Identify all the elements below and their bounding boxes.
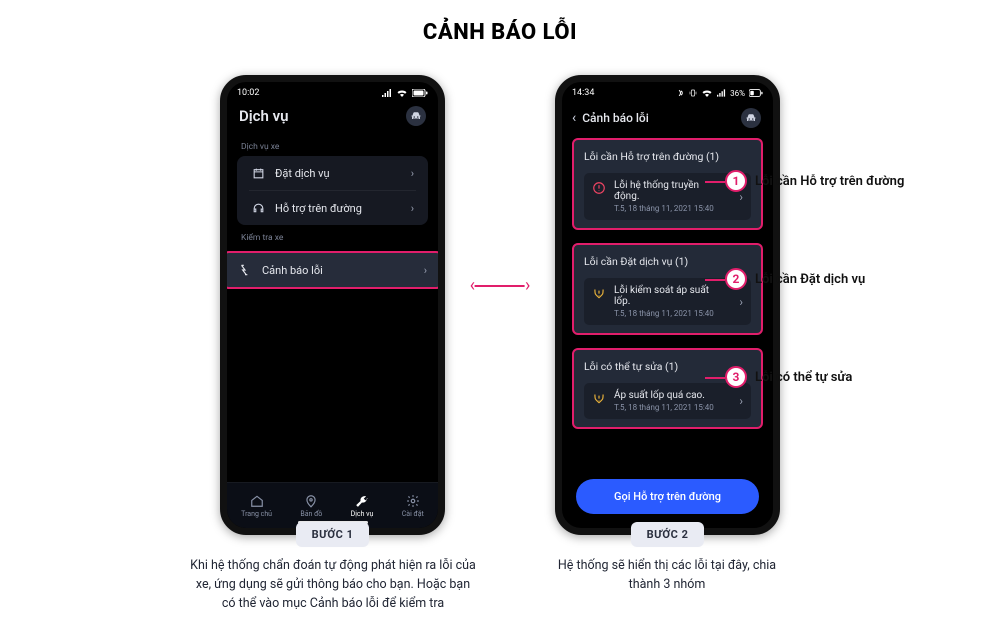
error-name: Lỗi hệ thống truyền động.	[614, 180, 723, 202]
page-title: CẢNH BÁO LỖI	[0, 0, 1000, 45]
tpms-icon	[592, 391, 606, 405]
callout-2: 2 Lỗi cần Đặt dịch vụ	[725, 268, 865, 290]
steps-row: BƯỚC 1 Khi hệ thống chẩn đoán tự động ph…	[0, 522, 1000, 613]
screen1-header: Dịch vụ	[227, 104, 438, 134]
nav-service-label: Dịch vụ	[351, 510, 374, 518]
error-time: T.5, 18 tháng 11, 2021 15:40	[614, 309, 723, 318]
screen2-title: Cảnh báo lỗi	[582, 111, 649, 125]
status-bar: 14:34 36%	[562, 82, 773, 104]
error-name: Lỗi kiểm soát áp suất lốp.	[614, 285, 723, 307]
error-card-title: Lỗi cần Đặt dịch vụ (1)	[584, 255, 751, 268]
chevron-right-icon: ›	[424, 264, 427, 277]
status-icons	[382, 89, 428, 97]
back-icon[interactable]: ‹	[572, 110, 576, 126]
step-1: BƯỚC 1 Khi hệ thống chẩn đoán tự động ph…	[220, 522, 445, 613]
battery-icon	[749, 89, 763, 97]
callout-text: Lỗi cần Hỗ trợ trên đường	[755, 174, 904, 189]
nfc-icon	[677, 89, 685, 97]
step-1-desc: Khi hệ thống chẩn đoán tự động phát hiện…	[188, 557, 478, 613]
section-vehicle-service: Dịch vụ xe	[227, 134, 438, 156]
step-2-label: BƯỚC 2	[631, 522, 705, 547]
car-icon[interactable]	[406, 106, 426, 126]
battery-icon	[412, 89, 428, 97]
car-icon[interactable]	[741, 108, 761, 128]
home-icon	[250, 494, 264, 508]
nav-map[interactable]: Bản đồ	[300, 494, 322, 518]
error-name: Áp suất lốp quá cao.	[614, 390, 723, 401]
error-time: T.5, 18 tháng 11, 2021 15:40	[614, 403, 723, 412]
powertrain-icon	[592, 181, 606, 195]
vibrate-icon	[689, 89, 697, 97]
callout-1: 1 Lỗi cần Hỗ trợ trên đường	[725, 170, 904, 192]
step-connector: ‹ ›	[470, 275, 531, 296]
status-icons: 36%	[677, 89, 763, 98]
error-item[interactable]: Áp suất lốp quá cao. T.5, 18 tháng 11, 2…	[584, 383, 751, 419]
call-roadside-button[interactable]: Gọi Hỗ trợ trên đường	[576, 479, 759, 514]
error-time: T.5, 18 tháng 11, 2021 15:40	[614, 204, 723, 213]
callout-badge: 1	[725, 170, 747, 192]
error-card-title: Lỗi cần Hỗ trợ trên đường (1)	[584, 150, 751, 163]
row-fault-alert[interactable]: Cảnh báo lỗi ›	[222, 251, 443, 289]
stage: 10:02 Dịch vụ Dịch vụ xe Đặt dịch vụ	[0, 75, 1000, 535]
chevron-right-icon: ›	[739, 394, 743, 408]
row-roadside[interactable]: Hỗ trợ trên đường ›	[237, 191, 428, 225]
signal-icon	[717, 89, 726, 97]
callout-badge: 3	[725, 366, 747, 388]
screen2-header: ‹ Cảnh báo lỗi	[562, 104, 773, 138]
chevron-right-icon: ›	[411, 167, 414, 180]
status-time: 10:02	[237, 88, 259, 98]
row-fault-label: Cảnh báo lỗi	[262, 264, 323, 277]
callout-text: Lỗi có thể tự sửa	[755, 370, 852, 385]
phone-screen-2: 14:34 36% ‹ Cảnh báo lỗi Lỗi cần Hỗ trợ …	[555, 75, 780, 535]
calendar-icon	[251, 166, 265, 180]
wifi-icon	[701, 89, 713, 97]
tpms-icon	[592, 286, 606, 300]
nav-home-label: Trang chủ	[241, 510, 272, 518]
step-2: BƯỚC 2 Hệ thống sẽ hiển thị các lỗi tại …	[555, 522, 780, 613]
gear-icon	[406, 494, 420, 508]
nav-map-label: Bản đồ	[300, 510, 322, 518]
nav-service[interactable]: Dịch vụ	[351, 494, 374, 518]
step-2-desc: Hệ thống sẽ hiển thị các lỗi tại đây, ch…	[547, 557, 787, 595]
nav-settings-label: Cài đặt	[402, 510, 424, 518]
status-bar: 10:02	[227, 82, 438, 104]
chevron-right-icon: ›	[739, 295, 743, 309]
callout-badge: 2	[725, 268, 747, 290]
map-pin-icon	[304, 494, 318, 508]
wifi-icon	[396, 89, 408, 97]
row-book-service[interactable]: Đặt dịch vụ ›	[237, 156, 428, 190]
battery-percent: 36%	[730, 89, 745, 98]
arrow-right-icon: ›	[525, 275, 530, 296]
wrench-icon	[355, 494, 369, 508]
step-1-label: BƯỚC 1	[296, 522, 370, 547]
signal-icon	[382, 89, 392, 97]
callout-3: 3 Lỗi có thể tự sửa	[725, 366, 852, 388]
chevron-right-icon: ›	[411, 202, 414, 215]
screen1-title: Dịch vụ	[239, 107, 288, 125]
nav-home[interactable]: Trang chủ	[241, 494, 272, 518]
row-roadside-label: Hỗ trợ trên đường	[275, 202, 362, 215]
section-check: Kiểm tra xe	[227, 225, 438, 247]
error-card-selffix: Lỗi có thể tự sửa (1) Áp suất lốp quá ca…	[572, 348, 763, 429]
row-book-label: Đặt dịch vụ	[275, 167, 330, 180]
headset-icon	[251, 201, 265, 215]
nav-settings[interactable]: Cài đặt	[402, 494, 424, 518]
callout-text: Lỗi cần Đặt dịch vụ	[755, 272, 865, 287]
vehicle-service-group: Đặt dịch vụ › Hỗ trợ trên đường ›	[237, 156, 428, 225]
row-fault-alert-wrap: Cảnh báo lỗi ›	[227, 251, 438, 289]
diagnostic-icon	[238, 263, 252, 277]
status-time: 14:34	[572, 88, 594, 98]
phone-screen-1: 10:02 Dịch vụ Dịch vụ xe Đặt dịch vụ	[220, 75, 445, 535]
